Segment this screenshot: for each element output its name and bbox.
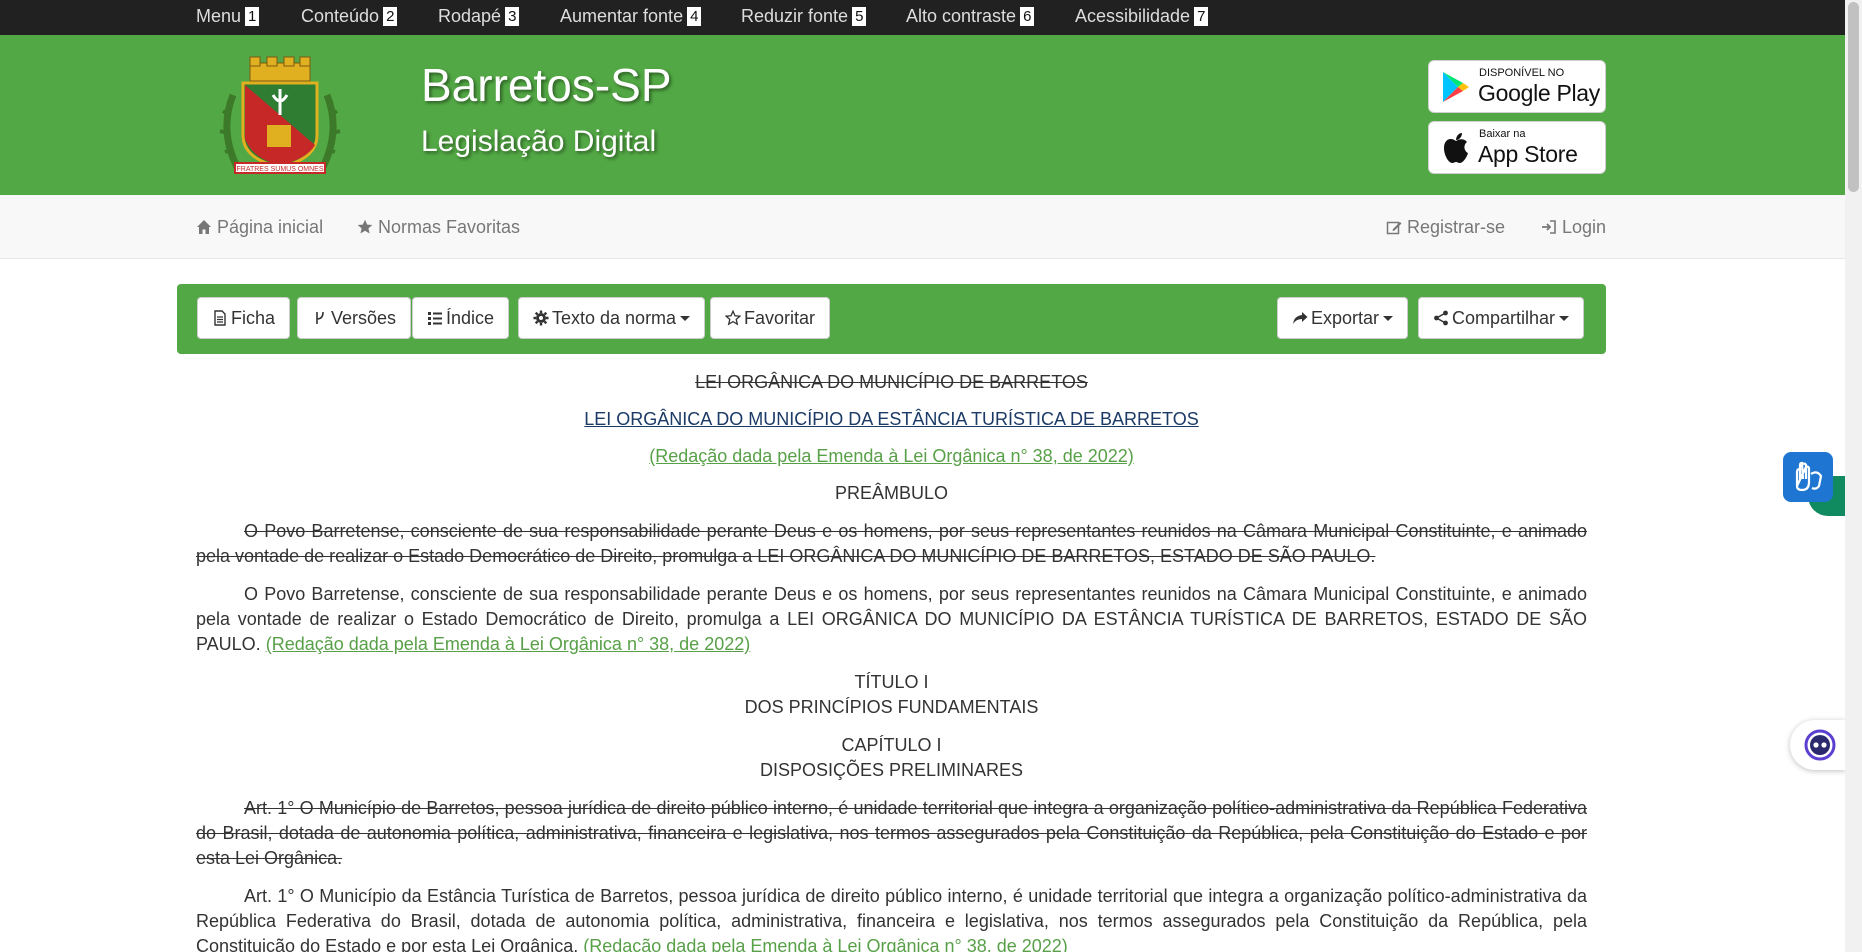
acc-key-badge: 3 [505,7,520,26]
chapter-heading: CAPÍTULO I [841,735,942,755]
share-arrow-icon [1293,312,1308,324]
sign-in-icon [1542,220,1556,234]
city-coat-of-arms-logo[interactable]: FRATRES SUMUS OMNES [215,55,345,183]
site-title: Barretos-SP [421,59,672,111]
coat-motto: FRATRES SUMUS OMNES [237,166,324,173]
amendment-link[interactable]: (Redação dada pela Emenda à Lei Orgânica… [649,446,1134,466]
home-icon [197,220,211,234]
article-1-current: Art. 1° O Município da Estância Turístic… [196,884,1587,952]
gear-icon [533,310,549,326]
favoritar-button[interactable]: Favoritar [710,297,831,339]
site-header: FRATRES SUMUS OMNES Barretos-SP Legislaç… [0,35,1845,195]
texto-norma-dropdown[interactable]: Texto da norma [518,297,706,339]
nav-login-link[interactable]: Login [1541,217,1606,237]
vlibras-accessibility-button[interactable] [1783,452,1833,502]
caret-down-icon [1559,316,1570,321]
acc-key-badge: 6 [1020,7,1035,26]
site-subtitle: Legislação Digital [421,125,657,158]
acc-link-menu[interactable]: Menu 1 [196,6,260,26]
caret-down-icon [680,316,691,321]
acc-key-badge: 2 [383,7,398,26]
compartilhar-label: Compartilhar [1452,308,1556,328]
versoes-label: Versões [331,308,397,328]
title-heading: TÍTULO I [854,672,929,692]
indice-label: Índice [446,308,495,328]
amendment-link[interactable]: (Redação dada pela Emenda à Lei Orgânica… [266,634,751,654]
app-store-button[interactable]: Baixar na App Store [1428,121,1606,174]
preamble-current: O Povo Barretense, consciente de sua res… [196,582,1587,657]
google-play-label: Google Play [1478,80,1600,106]
acc-key-badge: 5 [852,7,867,26]
star-outline-icon [725,310,741,326]
page-scrollbar-thumb[interactable] [1848,2,1859,192]
chapter-name: DISPOSIÇÕES PRELIMINARES [759,760,1024,780]
sign-language-hands-icon [1795,461,1823,492]
title-name: DOS PRINCÍPIOS FUNDAMENTAIS [744,697,1039,717]
acc-key-badge: 4 [687,7,702,26]
versoes-button[interactable]: Versões [297,297,412,339]
indice-button[interactable]: Índice [412,297,510,339]
nav-home-link[interactable]: Página inicial [196,217,323,237]
file-text-icon [214,310,226,326]
caret-down-icon [1383,316,1394,321]
nav-favorites-link[interactable]: Normas Favoritas [357,217,520,237]
share-alt-icon [1434,310,1448,326]
nav-register-link[interactable]: Registrar-se [1386,217,1505,237]
law-text-content: LEI ORGÂNICA DO MUNICÍPIO DE BARRETOS LE… [196,370,1587,952]
acc-link-increase-font[interactable]: Aumentar fonte 4 [560,6,702,26]
code-fork-icon [316,311,324,324]
preamble-heading: PREÂMBULO [834,483,949,503]
accessibility-bar: Menu 1 Conteúdo 2 Rodapé 3 Aumentar fonte 4 … [0,0,1845,35]
chatbot-widget-button[interactable] [1790,720,1846,770]
law-title-current-link[interactable]: LEI ORGÂNICA DO MUNICÍPIO DA ESTÂNCIA TU… [584,409,1198,429]
acc-link-content[interactable]: Conteúdo 2 [301,6,398,26]
preamble-revoked: O Povo Barretense, consciente de sua res… [196,521,1587,566]
nav-login-label: Login [1562,217,1607,237]
norm-toolbar: Ficha Versões Índice Texto da norma Favo… [177,284,1606,354]
texto-norma-label: Texto da norma [552,308,677,328]
article-1-revoked: Art. 1° O Município de Barretos, pessoa … [196,798,1587,868]
exportar-dropdown[interactable]: Exportar [1277,297,1409,339]
edit-icon [1386,221,1402,235]
exportar-label: Exportar [1311,308,1380,328]
list-icon [428,312,442,325]
acc-key-badge: 1 [245,7,260,26]
ficha-button[interactable]: Ficha [197,297,291,339]
nav-favorites-label: Normas Favoritas [378,217,521,237]
main-navbar: Página inicial Normas Favoritas Registra… [0,195,1845,259]
google-play-button[interactable]: DISPONÍVEL NO Google Play [1428,60,1606,113]
amendment-link[interactable]: (Redação dada pela Emenda à Lei Orgânica… [583,936,1068,952]
compartilhar-dropdown[interactable]: Compartilhar [1418,297,1585,339]
acc-key-badge: 7 [1194,7,1209,26]
chatbot-face-icon [1804,729,1836,761]
star-icon [357,219,373,234]
acc-link-accessibility[interactable]: Acessibilidade 7 [1075,6,1209,26]
apple-icon [1444,133,1468,163]
acc-link-high-contrast[interactable]: Alto contraste 6 [906,6,1035,26]
law-title-revoked: LEI ORGÂNICA DO MUNICÍPIO DE BARRETOS [695,372,1088,392]
acc-link-footer[interactable]: Rodapé 3 [438,6,520,26]
nav-home-label: Página inicial [217,217,324,237]
favoritar-label: Favoritar [744,308,816,328]
ficha-label: Ficha [231,308,276,328]
app-store-label: App Store [1478,141,1578,167]
google-play-icon [1443,72,1469,102]
nav-register-label: Registrar-se [1407,217,1506,237]
acc-link-decrease-font[interactable]: Reduzir fonte 5 [741,6,867,26]
